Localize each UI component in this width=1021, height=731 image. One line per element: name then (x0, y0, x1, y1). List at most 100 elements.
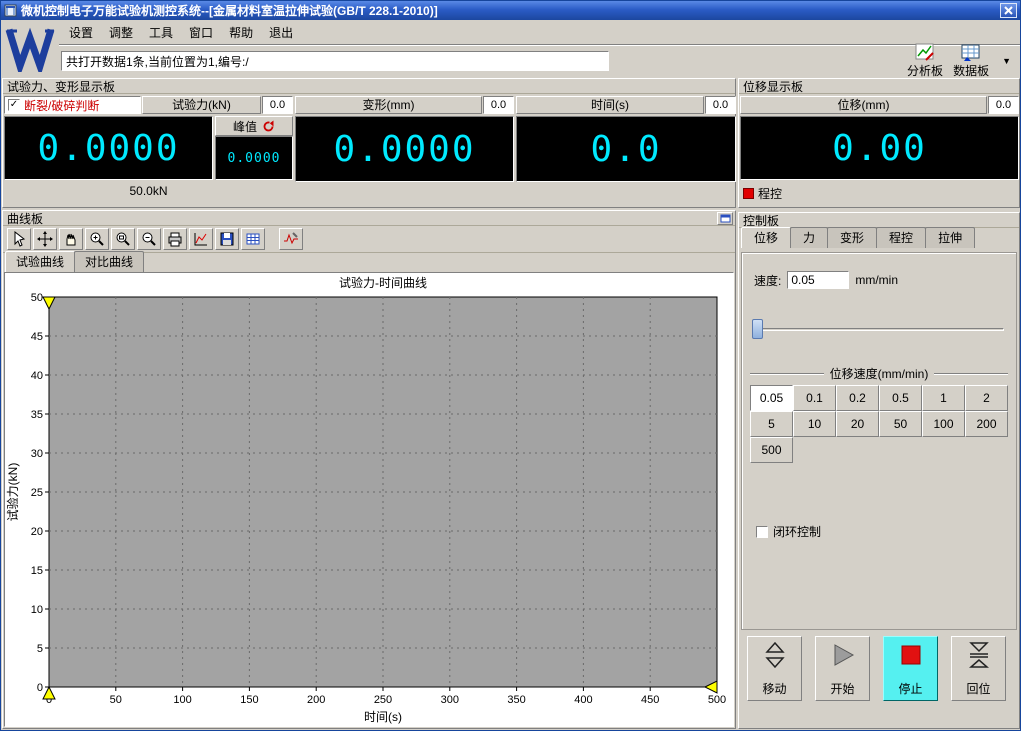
control-panel-header: 控制板 (739, 213, 1019, 228)
menu-item[interactable]: 退出 (261, 22, 301, 43)
peak-header: 峰值 (215, 116, 293, 136)
displacement-panel: 位移显示板 位移(mm) 0.0 0.00 程控 (738, 78, 1020, 208)
control-tab[interactable]: 程控 (876, 227, 927, 248)
deform-header: 变形(mm) (295, 96, 482, 114)
move-button-label: 移动 (762, 682, 787, 696)
peak-refresh-icon[interactable] (262, 120, 275, 133)
svg-text:20: 20 (31, 526, 43, 538)
home-button-label: 回位 (966, 682, 991, 696)
force-range-label: 50.0kN (129, 184, 168, 198)
closed-loop-label: 闭环控制 (773, 525, 822, 539)
home-button[interactable]: 回位 (951, 636, 1006, 701)
print-button[interactable] (163, 228, 187, 250)
speed-option-button[interactable]: 1 (922, 385, 965, 411)
status-input[interactable] (61, 51, 609, 71)
speed-option-button[interactable]: 0.1 (793, 385, 836, 411)
data-table-button[interactable] (241, 228, 265, 250)
displacement-panel-title: 位移显示板 (743, 79, 804, 94)
force-header-value: 0.0 (262, 96, 293, 114)
speed-slider[interactable] (752, 319, 1004, 339)
svg-text:45: 45 (31, 331, 43, 343)
move-tool-button[interactable] (33, 228, 57, 250)
slider-track (752, 328, 1004, 331)
control-content: 速度: mm/min 位移速度(mm/min) 0.050.10.20.512 5… (741, 252, 1017, 630)
curve-tab[interactable]: 试验曲线 (5, 251, 76, 272)
displacement-panel-header: 位移显示板 (739, 79, 1019, 94)
close-icon (1004, 6, 1013, 15)
speed-option-button[interactable]: 5 (750, 411, 793, 437)
analysis-board-icon (915, 43, 934, 61)
chevron-down-icon: ▼ (1002, 56, 1011, 66)
menu-item[interactable]: 调整 (101, 22, 141, 43)
zoom-window-button[interactable] (111, 228, 135, 250)
hand-icon (66, 233, 76, 246)
speed-option-button[interactable]: 10 (793, 411, 836, 437)
svg-text:300: 300 (441, 694, 459, 706)
jog-buttons: 移动 开始 停止 回位 (747, 636, 1006, 701)
stop-icon (901, 645, 920, 665)
speed-option-button[interactable]: 0.05 (750, 385, 793, 411)
svg-text:500: 500 (708, 694, 726, 706)
analysis-board-label: 分析板 (907, 64, 944, 78)
zoom-out-button[interactable] (137, 228, 161, 250)
speed-input[interactable] (787, 271, 850, 289)
slider-thumb[interactable] (752, 319, 763, 339)
company-logo (1, 20, 59, 78)
speed-label: 速度: (754, 273, 782, 288)
control-tabs: 位移力变形 程控 拉伸 (739, 227, 1019, 248)
menu-item[interactable]: 工具 (141, 22, 181, 43)
svg-text:150: 150 (240, 694, 258, 706)
data-grid-icon (246, 233, 260, 245)
select-tool-button[interactable] (7, 228, 31, 250)
break-judge-checkbox[interactable]: ✓ (8, 99, 20, 111)
speed-group-label: 位移速度(mm/min) (829, 367, 929, 381)
control-tab[interactable]: 力 (790, 227, 829, 248)
zoom-in-button[interactable] (85, 228, 109, 250)
svg-text:50: 50 (31, 292, 43, 304)
analysis-board-button[interactable]: 分析板 (907, 43, 943, 79)
control-tab[interactable]: 位移 (741, 227, 792, 248)
force-panel-header: 试验力、变形显示板 (3, 79, 735, 94)
curve-panel-header: 曲线板 (3, 211, 735, 226)
data-board-icon (961, 44, 980, 61)
break-judge-label: 断裂/破碎判断 (24, 98, 100, 113)
logo-icon (5, 27, 55, 72)
pan-tool-button[interactable] (59, 228, 83, 250)
menu-item[interactable]: 帮助 (221, 22, 261, 43)
save-curve-button[interactable] (215, 228, 239, 250)
calibrate-button[interactable] (279, 228, 303, 250)
curve-axes-icon (194, 233, 207, 246)
svg-text:450: 450 (641, 694, 659, 706)
speed-option-button[interactable]: 20 (836, 411, 879, 437)
close-button[interactable] (1000, 3, 1017, 18)
program-control-indicator[interactable] (743, 188, 754, 199)
speed-options: 0.05 0.1 0.2 0.5 1 2 5 10 20 50 100 200 500 (750, 385, 1010, 463)
control-tab[interactable]: 变形 (827, 227, 878, 248)
speed-option-button[interactable]: 200 (965, 411, 1008, 437)
start-button[interactable]: 开始 (815, 636, 870, 701)
svg-text:350: 350 (507, 694, 525, 706)
curve-style-button[interactable] (189, 228, 213, 250)
popout-button[interactable] (717, 212, 733, 225)
move-crosshair-icon (37, 231, 53, 247)
stop-button[interactable]: 停止 (883, 636, 938, 701)
menu-bar: 设置 调整 工具 窗口 帮助 退出 (59, 20, 1020, 45)
curve-tab[interactable]: 对比曲线 (74, 251, 145, 272)
force-display: 0.0000 (4, 116, 213, 180)
closed-loop-checkbox[interactable] (756, 525, 768, 538)
data-board-button[interactable]: 数据板 (953, 43, 989, 79)
start-button-label: 开始 (830, 682, 855, 696)
displacement-display: 0.00 (740, 116, 1019, 180)
menu-item[interactable]: 设置 (61, 22, 101, 43)
speed-option-button[interactable]: 2 (965, 385, 1008, 411)
speed-option-button[interactable]: 0.2 (836, 385, 879, 411)
chart[interactable]: 试验力-时间曲线 0 5 10 15 20 25 30 35 40 45 50 0 50 100 150 200… (4, 272, 734, 727)
speed-option-button[interactable]: 50 (879, 411, 922, 437)
speed-option-button[interactable]: 100 (922, 411, 965, 437)
speed-option-button[interactable]: 500 (750, 437, 793, 463)
toolbar-overflow-button[interactable]: ▼ (999, 54, 1014, 68)
speed-option-button[interactable]: 0.5 (879, 385, 922, 411)
control-tab[interactable]: 拉伸 (925, 227, 976, 248)
menu-item[interactable]: 窗口 (181, 22, 221, 43)
move-button[interactable]: 移动 (747, 636, 802, 701)
